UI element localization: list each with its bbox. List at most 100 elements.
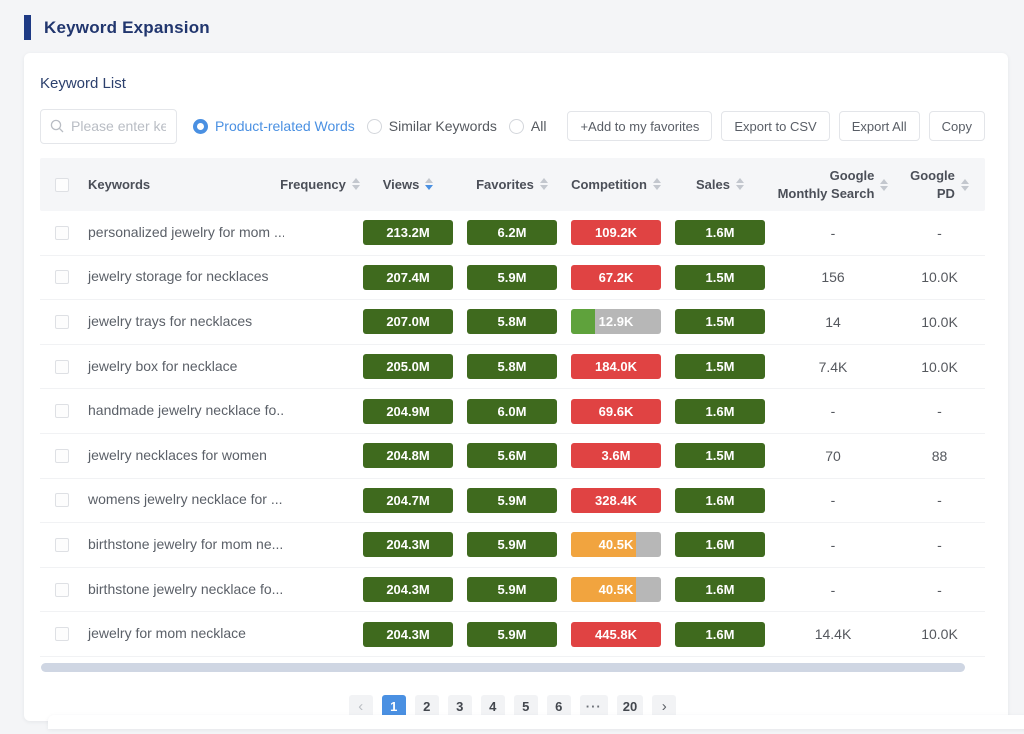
badge-value: 40.5K bbox=[599, 582, 634, 597]
favorites-cell: 5.9M bbox=[460, 532, 564, 557]
views-badge: 207.0M bbox=[363, 309, 453, 334]
row-checkbox[interactable] bbox=[55, 538, 69, 552]
badge-value: 1.6M bbox=[706, 493, 735, 508]
sort-arrows-icon[interactable] bbox=[425, 178, 433, 190]
views-badge: 204.3M bbox=[363, 622, 453, 647]
sort-arrows-icon[interactable] bbox=[880, 179, 888, 191]
competition-badge: 445.8K bbox=[571, 622, 661, 647]
google-pd-value: 10.0K bbox=[921, 626, 958, 642]
column-header-fav[interactable]: Favorites bbox=[460, 176, 564, 194]
views-cell: 204.8M bbox=[356, 443, 460, 468]
competition-badge: 12.9K bbox=[571, 309, 661, 334]
google-pd-cell: - bbox=[894, 582, 985, 598]
row-checkbox[interactable] bbox=[55, 360, 69, 374]
sales-cell: 1.6M bbox=[668, 399, 772, 424]
keyword-text: personalized jewelry for mom ... bbox=[88, 224, 284, 240]
filter-radio-3[interactable]: All bbox=[509, 118, 547, 134]
views-badge: 207.4M bbox=[363, 265, 453, 290]
favorites-cell: 6.0M bbox=[460, 399, 564, 424]
filter-radio-2[interactable]: Similar Keywords bbox=[367, 118, 497, 134]
badge-value: 5.9M bbox=[498, 582, 527, 597]
table-header-row: KeywordsFrequencyViewsFavoritesCompetiti… bbox=[40, 158, 985, 211]
favorites-badge: 5.8M bbox=[467, 354, 557, 379]
column-header-label: Favorites bbox=[476, 176, 534, 194]
google-pd-value: 10.0K bbox=[921, 269, 958, 285]
row-checkbox[interactable] bbox=[55, 404, 69, 418]
favorites-badge: 5.9M bbox=[467, 532, 557, 557]
column-header-comp[interactable]: Competition bbox=[564, 176, 668, 194]
table-row: personalized jewelry for mom ...213.2M6.… bbox=[40, 211, 985, 256]
copy-button[interactable]: Copy bbox=[929, 111, 985, 141]
google-pd-cell: 10.0K bbox=[894, 269, 985, 285]
sort-arrows-icon[interactable] bbox=[961, 179, 969, 191]
row-checkbox[interactable] bbox=[55, 270, 69, 284]
row-checkbox[interactable] bbox=[55, 493, 69, 507]
search-icon bbox=[50, 119, 64, 133]
keyword-cell: jewelry box for necklace bbox=[84, 358, 284, 376]
google-pd-value: - bbox=[937, 582, 942, 598]
radio-dot-icon bbox=[367, 119, 382, 134]
badge-value: 69.6K bbox=[599, 404, 634, 419]
row-checkbox[interactable] bbox=[55, 627, 69, 641]
column-header-gms[interactable]: GoogleMonthly Search bbox=[772, 167, 894, 202]
badge-value: 204.8M bbox=[386, 448, 429, 463]
row-checkbox[interactable] bbox=[55, 315, 69, 329]
keyword-text: birthstone jewelry necklace fo... bbox=[88, 581, 283, 597]
export-csv-button[interactable]: Export to CSV bbox=[721, 111, 829, 141]
row-checkbox-cell bbox=[40, 315, 84, 329]
sort-asc-icon bbox=[880, 179, 888, 184]
select-all-checkbox[interactable] bbox=[55, 178, 69, 192]
add-to-favorites-button[interactable]: +Add to my favorites bbox=[567, 111, 712, 141]
badge-value: 213.2M bbox=[386, 225, 429, 240]
row-checkbox-cell bbox=[40, 226, 84, 240]
table-row: birthstone jewelry for mom ne...204.3M5.… bbox=[40, 523, 985, 568]
column-header-label: Views bbox=[383, 176, 420, 194]
keyword-table: KeywordsFrequencyViewsFavoritesCompetiti… bbox=[40, 158, 985, 657]
sort-asc-icon bbox=[653, 178, 661, 183]
row-checkbox[interactable] bbox=[55, 226, 69, 240]
competition-badge: 40.5K bbox=[571, 532, 661, 557]
column-header-views[interactable]: Views bbox=[356, 176, 460, 194]
row-checkbox-cell bbox=[40, 538, 84, 552]
sales-badge: 1.6M bbox=[675, 532, 765, 557]
views-badge: 204.3M bbox=[363, 577, 453, 602]
radio-label: All bbox=[531, 118, 547, 134]
competition-badge: 184.0K bbox=[571, 354, 661, 379]
competition-badge: 67.2K bbox=[571, 265, 661, 290]
keyword-text: birthstone jewelry for mom ne... bbox=[88, 536, 283, 552]
badge-value: 445.8K bbox=[595, 627, 637, 642]
google-pd-value: - bbox=[937, 225, 942, 241]
sort-arrows-icon[interactable] bbox=[653, 178, 661, 190]
google-pd-value: - bbox=[937, 537, 942, 553]
column-header-freq[interactable]: Frequency bbox=[284, 176, 356, 194]
column-header-gpd[interactable]: GooglePD bbox=[894, 167, 985, 202]
row-checkbox[interactable] bbox=[55, 449, 69, 463]
badge-value: 5.9M bbox=[498, 627, 527, 642]
badge-value: 6.0M bbox=[498, 404, 527, 419]
page-title: Keyword Expansion bbox=[44, 18, 210, 38]
badge-value: 67.2K bbox=[599, 270, 634, 285]
badge-value: 204.3M bbox=[386, 582, 429, 597]
badge-value: 328.4K bbox=[595, 493, 637, 508]
badge-value: 5.6M bbox=[498, 448, 527, 463]
google-monthly-search-value: - bbox=[831, 537, 836, 553]
panel-title: Keyword List bbox=[40, 75, 985, 92]
google-pd-value: 88 bbox=[932, 448, 948, 464]
sort-desc-icon bbox=[653, 185, 661, 190]
sort-desc-icon bbox=[880, 186, 888, 191]
google-monthly-search-value: - bbox=[831, 225, 836, 241]
google-monthly-search-value: 7.4K bbox=[819, 359, 848, 375]
badge-value: 5.9M bbox=[498, 537, 527, 552]
sort-arrows-icon[interactable] bbox=[540, 178, 548, 190]
column-header-sales[interactable]: Sales bbox=[668, 176, 772, 194]
sort-arrows-icon[interactable] bbox=[736, 178, 744, 190]
row-checkbox[interactable] bbox=[55, 583, 69, 597]
sales-badge: 1.6M bbox=[675, 577, 765, 602]
horizontal-scrollbar-thumb[interactable] bbox=[41, 663, 965, 672]
export-all-button[interactable]: Export All bbox=[839, 111, 920, 141]
filter-radio-1[interactable]: Product-related Words bbox=[193, 118, 355, 134]
keyword-cell: handmade jewelry necklace fo... bbox=[84, 402, 284, 420]
favorites-badge: 5.6M bbox=[467, 443, 557, 468]
favorites-cell: 5.9M bbox=[460, 577, 564, 602]
badge-value: 207.4M bbox=[386, 270, 429, 285]
